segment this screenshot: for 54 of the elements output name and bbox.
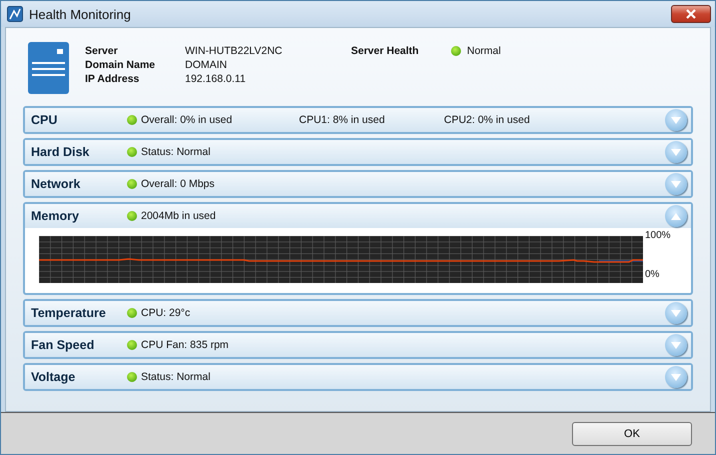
- section-title: Memory: [31, 209, 80, 223]
- status-text: 2004Mb in used: [141, 210, 216, 222]
- expand-button[interactable]: [665, 109, 687, 131]
- status-text: CPU1: 8% in used: [299, 114, 385, 126]
- expand-button[interactable]: [665, 173, 687, 195]
- field-label: Domain Name: [85, 59, 156, 71]
- field-label: Server: [85, 45, 119, 57]
- server-icon: [28, 42, 69, 94]
- status-dot: [127, 308, 137, 318]
- section-title: Voltage: [31, 370, 76, 384]
- status-dot: [127, 115, 137, 125]
- triangle-icon: [670, 212, 682, 220]
- axis-label: 100%: [645, 230, 671, 241]
- status-text: Status: Normal: [141, 146, 210, 158]
- status-dot: [127, 179, 137, 189]
- triangle-icon: [670, 308, 682, 318]
- status-text: CPU2: 0% in used: [444, 114, 530, 126]
- status-dot: [127, 147, 137, 157]
- ok-button[interactable]: OK: [572, 422, 692, 446]
- triangle-icon: [670, 372, 682, 382]
- expand-button[interactable]: [665, 334, 687, 356]
- field-value: DOMAIN: [185, 59, 228, 71]
- status-dot: [451, 46, 461, 56]
- close-button[interactable]: [671, 5, 711, 23]
- expand-button[interactable]: [665, 141, 687, 163]
- status-text: Overall: 0% in used: [141, 114, 232, 126]
- triangle-icon: [670, 180, 682, 188]
- field-label: Server Health: [351, 45, 420, 57]
- triangle-icon: [670, 340, 682, 350]
- section-title: Fan Speed: [31, 338, 96, 352]
- window-title: Health Monitoring: [29, 6, 132, 22]
- section-title: CPU: [31, 113, 58, 127]
- status-dot: [127, 211, 137, 221]
- status-text: CPU Fan: 835 rpm: [141, 339, 229, 351]
- status-text: Status: Normal: [141, 371, 210, 383]
- expand-button[interactable]: [665, 366, 687, 388]
- axis-label: 0%: [645, 269, 660, 280]
- app-icon: [7, 6, 23, 22]
- status-text: Overall: 0 Mbps: [141, 178, 215, 190]
- status-text: CPU: 29°c: [141, 307, 190, 319]
- triangle-icon: [670, 116, 682, 124]
- field-value: 192.168.0.11: [185, 73, 247, 85]
- field-value: WIN-HUTB22LV2NC: [185, 45, 284, 57]
- expand-button[interactable]: [665, 205, 687, 227]
- expand-button[interactable]: [665, 302, 687, 324]
- close-icon: [685, 9, 697, 19]
- section-title: Hard Disk: [31, 145, 90, 159]
- status-dot: [127, 340, 137, 350]
- section-title: Temperature: [31, 306, 107, 320]
- section-title: Network: [31, 177, 82, 191]
- status-dot: [127, 372, 137, 382]
- status-text: Normal: [467, 45, 501, 57]
- triangle-icon: [670, 148, 682, 156]
- field-label: IP Address: [85, 73, 140, 85]
